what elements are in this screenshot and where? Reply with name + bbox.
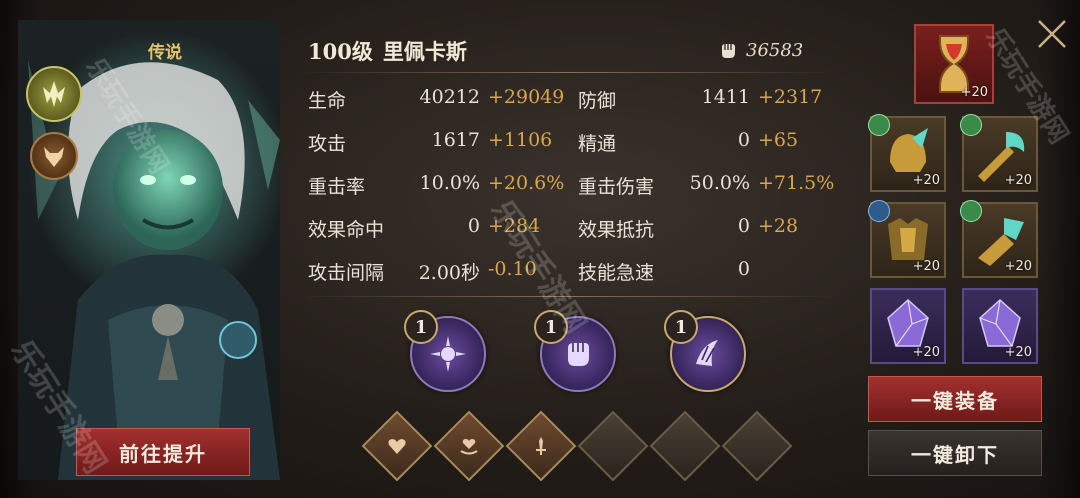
equip-slot-weapon[interactable]: +20	[960, 114, 1038, 192]
stat-effect-res: 效果抵抗	[578, 219, 655, 241]
stat-atk-bonus: +1106	[488, 129, 553, 151]
stat-mastery-bonus: +65	[758, 129, 799, 151]
stat-def-base: 1411	[701, 86, 750, 108]
hero-level: 100级	[308, 39, 373, 64]
sun-icon	[430, 336, 466, 372]
equip-level: +20	[1004, 259, 1032, 274]
go-upgrade-button[interactable]: 前往提升	[76, 428, 250, 476]
close-icon	[1038, 20, 1066, 48]
stat-atk-base: 1617	[431, 129, 480, 151]
claw-icon	[696, 340, 718, 366]
stat-mastery-base: 0	[737, 129, 750, 151]
stat-atk-interval-bonus: -0.10	[488, 258, 537, 280]
beast-faction-icon	[44, 147, 64, 167]
skill-3-level: 1	[664, 310, 698, 344]
stat-hp-bonus: +29049	[488, 86, 565, 108]
power-display: 36583	[718, 40, 803, 61]
set-badge-icon	[960, 114, 982, 136]
leaf-class-icon	[43, 81, 65, 107]
stat-atk-interval: 攻击间隔	[308, 262, 385, 284]
hero-title: 100级 里佩卡斯	[308, 36, 477, 66]
equip-level: +20	[1004, 173, 1032, 188]
stat-crit-rate-bonus: +20.6%	[488, 172, 565, 194]
stat-atk: 攻击	[308, 133, 347, 155]
stat-hp-base: 40212	[419, 86, 480, 108]
stat-atk-interval-base: 2.00秒	[418, 262, 480, 284]
equip-slot-helmet[interactable]: +20	[868, 114, 946, 192]
equip-level: +20	[1004, 345, 1032, 360]
artifact-slot[interactable]: +20	[914, 24, 994, 104]
equip-level: +20	[912, 173, 940, 188]
equip-level: +20	[912, 259, 940, 274]
fist-power-icon	[722, 43, 735, 58]
title-divider	[300, 72, 836, 73]
stat-effect-hit-bonus: +284	[488, 215, 541, 237]
set-badge-icon	[868, 200, 890, 222]
equip-slot-crystal-1[interactable]: +20	[870, 288, 946, 364]
artifact-level: +20	[960, 85, 988, 100]
stat-crit-dmg: 重击伤害	[578, 176, 655, 198]
sword-icon	[536, 437, 546, 455]
stat-skill-haste-base: 0	[737, 258, 750, 280]
equip-slot-armor[interactable]: +20	[868, 200, 946, 278]
equip-slot-crystal-2[interactable]: +20	[962, 288, 1038, 364]
set-badge-icon	[960, 200, 982, 222]
heart-icon	[388, 439, 406, 454]
hero-name: 里佩卡斯	[382, 39, 467, 64]
equip-all-button[interactable]: 一键装备	[868, 376, 1042, 422]
stat-skill-haste: 技能急速	[578, 262, 655, 284]
stats-panel: 100级 里佩卡斯 36583 生命 40212 +29049 防御 1411 +…	[300, 26, 840, 297]
power-value: 36583	[746, 40, 804, 61]
stat-def: 防御	[578, 90, 617, 112]
stat-effect-res-bonus: +28	[758, 215, 799, 237]
skill-2-level: 1	[534, 310, 568, 344]
set-badge-icon	[868, 114, 890, 136]
heart-hand-icon	[460, 439, 478, 455]
stat-effect-hit-base: 0	[467, 215, 480, 237]
stat-effect-res-base: 0	[737, 215, 750, 237]
stat-mastery: 精通	[578, 133, 617, 155]
unequip-all-button[interactable]: 一键卸下	[868, 430, 1042, 476]
rarity-label: 传说	[148, 43, 182, 63]
stat-crit-dmg-base: 50.0%	[689, 172, 750, 194]
equip-level: +20	[912, 345, 940, 360]
stat-crit-dmg-bonus: +71.5%	[758, 172, 835, 194]
fist-icon	[568, 343, 589, 366]
close-button[interactable]	[1030, 12, 1074, 56]
stat-crit-rate: 重击率	[308, 176, 366, 198]
faction-icon[interactable]	[30, 132, 78, 180]
class-icon[interactable]	[26, 66, 82, 122]
stat-effect-hit: 效果命中	[308, 219, 385, 241]
stat-hp: 生命	[308, 90, 347, 112]
equip-slot-gauntlet[interactable]: +20	[960, 200, 1038, 278]
stats-divider	[300, 296, 836, 297]
stat-def-bonus: +2317	[758, 86, 823, 108]
skill-1-level: 1	[404, 310, 438, 344]
stat-crit-rate-base: 10.0%	[419, 172, 480, 194]
